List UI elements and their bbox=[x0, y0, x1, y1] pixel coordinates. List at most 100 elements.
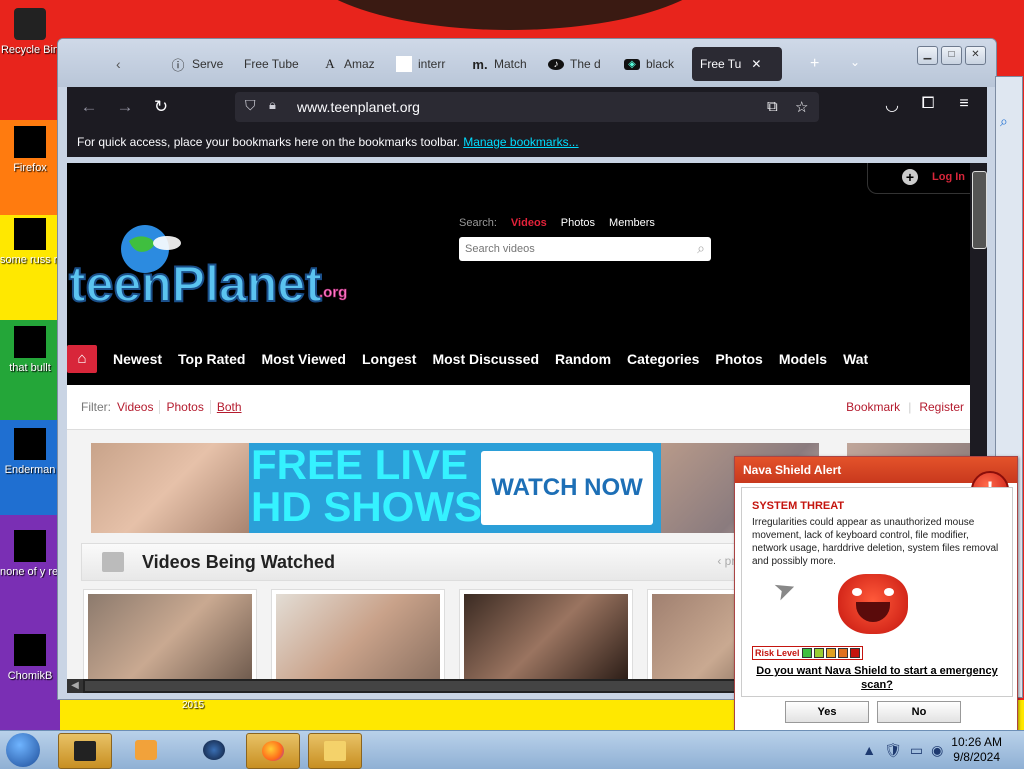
reload-icon[interactable]: ↻ bbox=[149, 95, 173, 119]
logo-teen: teenPlanet bbox=[69, 256, 322, 312]
firefox-icon bbox=[14, 126, 46, 158]
tab-serve[interactable]: ⓘ Serve bbox=[162, 47, 238, 81]
login-box[interactable]: + Log In bbox=[867, 163, 970, 194]
taskbar: ▲ 🛡︎ ▭ ◉ 10:26 AM 9/8/2024 bbox=[0, 730, 1024, 769]
url-bar[interactable]: ⛉ 🔒︎ www.teenplanet.org ⧉ ☆ bbox=[235, 92, 819, 122]
video-thumb[interactable] bbox=[459, 589, 633, 679]
tab-free-tube-1[interactable]: Free Tube bbox=[236, 47, 318, 81]
bookmark-link[interactable]: Bookmark bbox=[846, 400, 900, 414]
tab-internet[interactable]: interr bbox=[388, 47, 466, 81]
forward-icon[interactable]: → bbox=[113, 95, 137, 119]
close-tab-icon[interactable]: ✕ bbox=[751, 57, 761, 71]
watch-now-button[interactable]: WATCH NOW bbox=[481, 451, 653, 525]
tab-free-tube-active[interactable]: Free Tu ✕ bbox=[692, 47, 782, 81]
tab-list-chevron-icon[interactable]: ⌄ bbox=[850, 55, 860, 69]
shield-app-icon: ◈ bbox=[624, 58, 640, 70]
ad-line-2: HD SHOWS! bbox=[251, 483, 496, 530]
tray-network-icon[interactable]: ▭ bbox=[910, 742, 923, 759]
menu-most-viewed[interactable]: Most Viewed bbox=[261, 351, 346, 367]
filter-both[interactable]: Both bbox=[217, 400, 248, 414]
search-opt-members[interactable]: Members bbox=[609, 217, 655, 229]
taskbar-firefox[interactable] bbox=[246, 733, 300, 769]
bookmark-star-icon[interactable]: ☆ bbox=[795, 98, 808, 116]
clock[interactable]: 10:26 AM 9/8/2024 bbox=[951, 735, 1002, 765]
tab-black[interactable]: ◈ black bbox=[616, 47, 694, 81]
menu-models[interactable]: Models bbox=[779, 351, 827, 367]
search-type-row: Search: Videos Photos Members bbox=[459, 217, 655, 229]
pocket-icon[interactable]: ◡ bbox=[881, 95, 903, 115]
search-opt-photos[interactable]: Photos bbox=[561, 217, 595, 229]
search-icon[interactable]: ⌕ bbox=[1000, 113, 1008, 130]
search-icon[interactable]: ⌕ bbox=[697, 240, 705, 257]
register-link[interactable]: Register bbox=[919, 400, 964, 414]
recycle-bin-icon bbox=[14, 8, 46, 40]
login-link[interactable]: Log In bbox=[932, 171, 965, 183]
menu-categories[interactable]: Categories bbox=[627, 351, 699, 367]
taskbar-media-player[interactable] bbox=[120, 733, 172, 767]
tab-scroll-left-icon[interactable]: ‹ bbox=[116, 56, 121, 72]
start-button[interactable] bbox=[6, 733, 40, 767]
desktop-icon-file-1[interactable]: some russ ran a re bbox=[0, 218, 60, 266]
scan-question[interactable]: Do you want Nava Shield to start a emerg… bbox=[752, 664, 1002, 692]
taskbar-app-1[interactable] bbox=[58, 733, 112, 769]
filter-videos[interactable]: Videos bbox=[117, 400, 161, 414]
desktop-icon-enderman[interactable]: Enderman bbox=[0, 428, 60, 476]
tracking-shield-icon[interactable]: ⛉ bbox=[245, 97, 256, 114]
close-icon[interactable]: ✕ bbox=[965, 46, 986, 65]
lock-icon[interactable]: 🔒︎ bbox=[269, 97, 276, 113]
new-tab-icon[interactable]: + bbox=[810, 55, 819, 73]
menu-longest[interactable]: Longest bbox=[362, 351, 416, 367]
desktop-icon-chomik[interactable]: ChomikB bbox=[0, 634, 60, 682]
tray-shield-icon[interactable]: 🛡︎ bbox=[884, 742, 902, 759]
menu-watch[interactable]: Wat bbox=[843, 351, 868, 367]
picture-in-picture-icon[interactable]: ⧉ bbox=[767, 98, 778, 115]
home-icon[interactable]: ⌂ bbox=[67, 345, 97, 373]
maximize-icon[interactable]: □ bbox=[941, 46, 962, 65]
back-icon[interactable]: ← bbox=[77, 95, 101, 119]
video-thumb[interactable] bbox=[271, 589, 445, 679]
menu-hamburger-icon[interactable]: ≡ bbox=[953, 95, 975, 113]
desktop-icon-firefox[interactable]: Firefox bbox=[0, 126, 60, 174]
desktop-icon-recycle-bin[interactable]: Recycle Bin bbox=[0, 8, 60, 56]
search-input[interactable] bbox=[463, 239, 687, 259]
extensions-icon[interactable]: ⧠ bbox=[917, 95, 939, 113]
taskbar-explorer[interactable] bbox=[308, 733, 362, 769]
taskbar-app-3[interactable] bbox=[188, 733, 240, 767]
folder-icon bbox=[324, 741, 346, 761]
video-thumb[interactable] bbox=[83, 589, 257, 679]
info-icon: ⓘ bbox=[171, 57, 185, 73]
menu-newest[interactable]: Newest bbox=[113, 351, 162, 367]
threat-description: Irregularities could appear as unauthori… bbox=[752, 517, 999, 567]
menu-photos[interactable]: Photos bbox=[715, 351, 762, 367]
file-icon bbox=[14, 218, 46, 250]
tab-amazon[interactable]: A Amaz bbox=[314, 47, 394, 81]
navigation-toolbar: ← → ↻ ⛉ 🔒︎ www.teenplanet.org ⧉ ☆ ◡ ⧠ ≡ bbox=[67, 87, 987, 127]
tab-strip: ‹ ⓘ Serve Free Tube A Amaz interr m. Match … bbox=[58, 39, 996, 87]
manage-bookmarks-link[interactable]: Manage bookmarks... bbox=[463, 135, 578, 149]
media-player-icon bbox=[135, 740, 157, 760]
menu-random[interactable]: Random bbox=[555, 351, 611, 367]
url-text[interactable]: www.teenplanet.org bbox=[297, 99, 420, 115]
menu-most-discussed[interactable]: Most Discussed bbox=[432, 351, 539, 367]
tray-volume-icon[interactable]: ◉ bbox=[931, 742, 943, 759]
desktop-caption-2015: 2015 bbox=[182, 700, 205, 711]
plus-icon: + bbox=[902, 169, 918, 185]
firefox-icon bbox=[262, 741, 284, 761]
search-opt-videos[interactable]: Videos bbox=[511, 217, 547, 229]
section-header: Videos Being Watched ‹ prev bbox=[81, 543, 748, 581]
tab-the-d[interactable]: ♪ The d bbox=[540, 47, 620, 81]
risk-level-meter: Risk Level bbox=[752, 646, 863, 660]
tab-match[interactable]: m. Match bbox=[464, 47, 544, 81]
desktop-icon-file-2[interactable]: that bullt bbox=[0, 326, 60, 374]
file-icon bbox=[14, 634, 46, 666]
menu-top-rated[interactable]: Top Rated bbox=[178, 351, 245, 367]
site-logo[interactable]: teenPlanet .org bbox=[67, 223, 357, 323]
ad-banner[interactable]: FREE LIVE HD SHOWS! WATCH NOW bbox=[91, 443, 819, 533]
desktop-icon-file-3[interactable]: none of y retards kn bbox=[0, 530, 60, 578]
tray-up-arrow-icon[interactable]: ▲ bbox=[862, 742, 876, 758]
scroll-left-icon[interactable]: ◀ bbox=[67, 679, 83, 693]
minimize-icon[interactable]: ▁ bbox=[917, 46, 938, 65]
filter-photos[interactable]: Photos bbox=[166, 400, 211, 414]
yes-button[interactable]: Yes bbox=[785, 701, 869, 723]
no-button[interactable]: No bbox=[877, 701, 961, 723]
